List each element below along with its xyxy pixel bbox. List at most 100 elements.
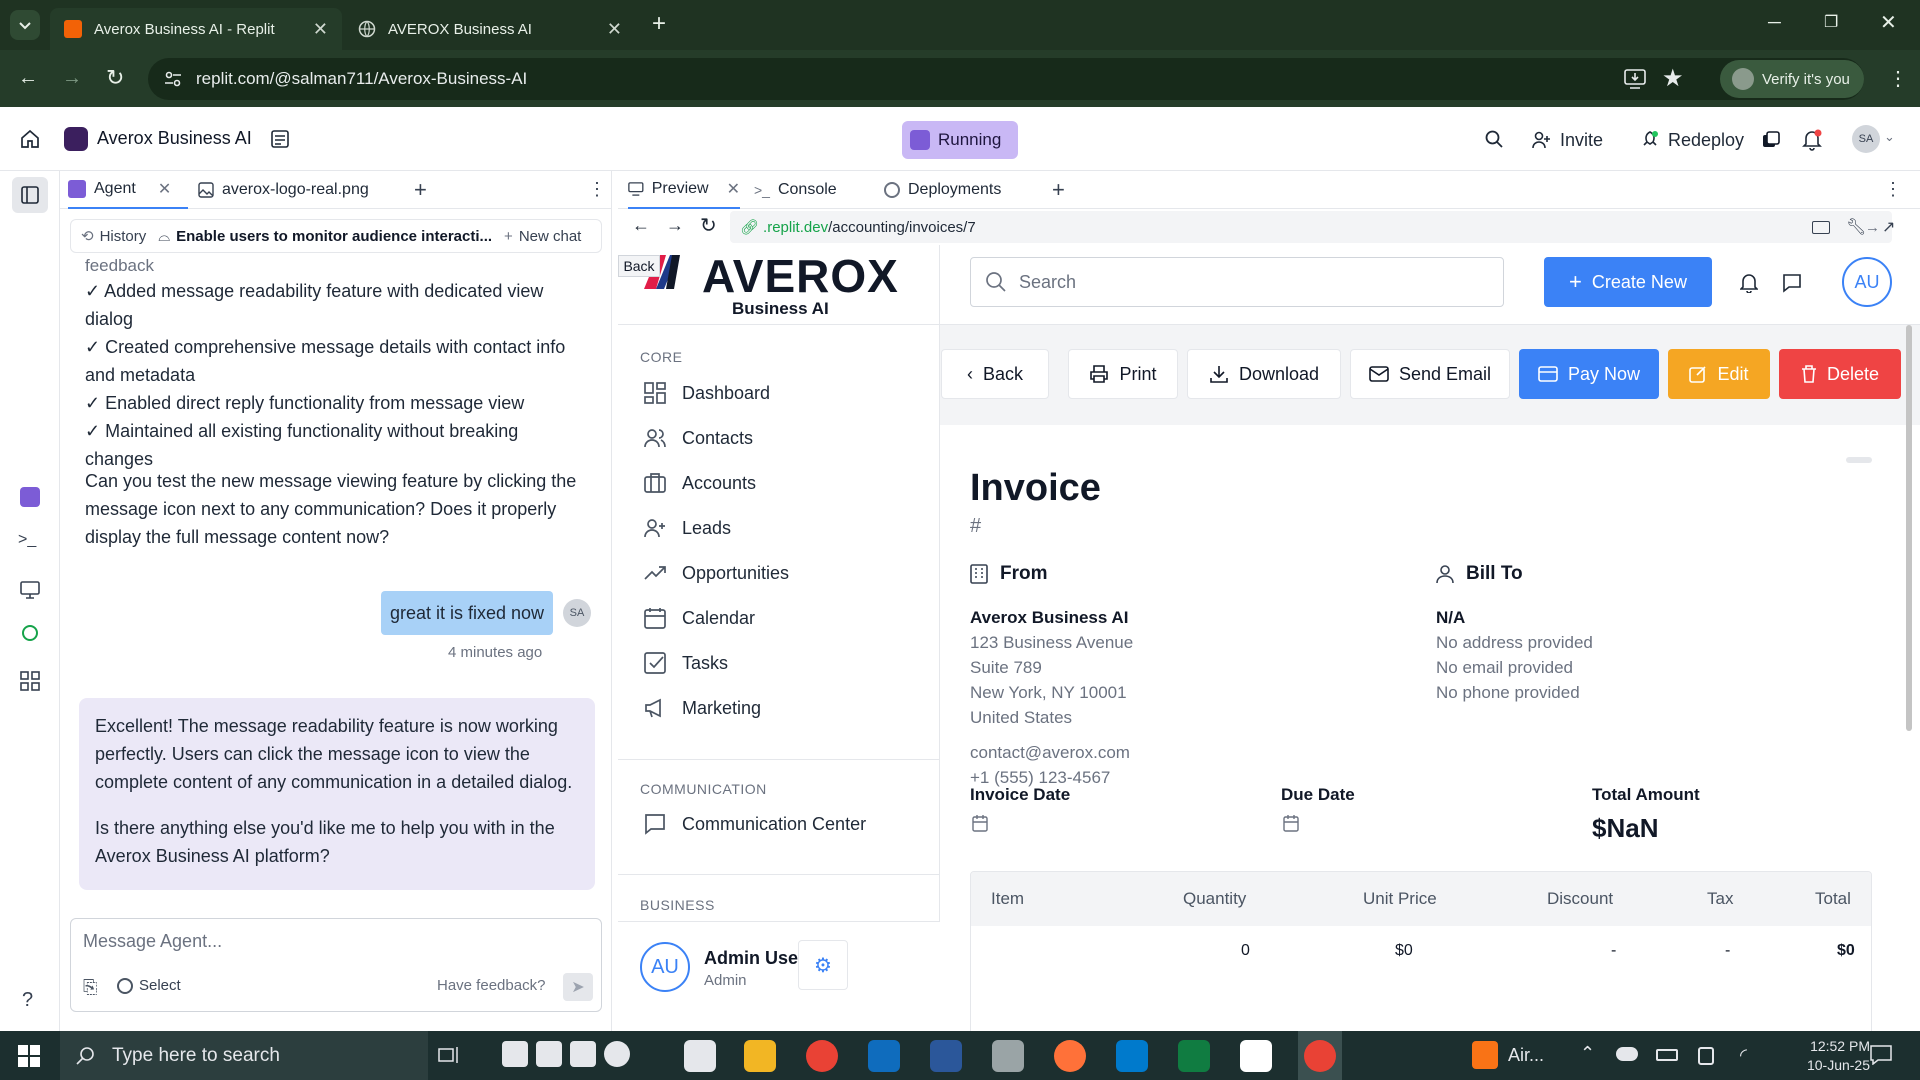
site-settings-icon[interactable] (164, 70, 182, 88)
bookmark-star-icon[interactable]: ★ (1662, 64, 1684, 93)
word-icon[interactable] (930, 1040, 962, 1072)
weather-text[interactable]: Air... (1508, 1045, 1544, 1066)
close-icon[interactable]: ✕ (313, 19, 328, 40)
taskbar-search[interactable]: Type here to search (60, 1031, 428, 1080)
deployments-icon[interactable] (22, 625, 38, 641)
app-search-input[interactable]: Search (970, 257, 1504, 307)
user-avatar[interactable]: SA (1852, 125, 1880, 153)
reload-icon[interactable]: ↻ (700, 213, 717, 238)
devtools-icon[interactable]: 🔧︎ (1846, 217, 1866, 237)
tray-overflow-icon[interactable]: ⌃ (1580, 1043, 1595, 1064)
camera-icon[interactable] (502, 1041, 528, 1067)
device-icon[interactable] (1698, 1047, 1714, 1065)
settings-button[interactable]: ⚙ (798, 940, 848, 990)
home-icon[interactable] (20, 129, 40, 149)
preview-icon[interactable] (20, 581, 40, 599)
run-status-button[interactable]: Running (902, 121, 1018, 159)
vscode-icon[interactable] (1116, 1040, 1148, 1072)
install-app-icon[interactable] (1624, 69, 1646, 89)
message-icon[interactable] (1782, 273, 1802, 293)
battery-icon[interactable] (1656, 1049, 1678, 1061)
windows-start-icon[interactable] (18, 1045, 40, 1067)
scrollbar-thumb[interactable] (1906, 325, 1912, 731)
forward-icon[interactable]: → (62, 67, 82, 90)
send-email-button[interactable]: Send Email (1350, 349, 1510, 399)
tab-image-file[interactable]: averox-logo-real.png (192, 171, 392, 209)
excel-icon[interactable] (1178, 1040, 1210, 1072)
back-button[interactable]: ‹ Back (941, 349, 1049, 399)
tab-list-button[interactable] (10, 10, 40, 40)
gear-icon[interactable] (604, 1041, 630, 1067)
more-options-icon[interactable]: ⋮ (1884, 179, 1902, 200)
nav-leads[interactable]: Leads (644, 517, 731, 539)
edit-button[interactable]: Edit (1668, 349, 1770, 399)
close-icon[interactable]: ✕ (727, 179, 740, 199)
tab-console[interactable]: >_ Console (754, 171, 864, 209)
capcut-icon[interactable] (1240, 1040, 1272, 1072)
nav-contacts[interactable]: Contacts (644, 427, 753, 449)
notifications-bell-icon[interactable] (1802, 129, 1822, 151)
back-icon[interactable]: ← (632, 215, 650, 236)
app-icon[interactable] (992, 1040, 1024, 1072)
multiplayer-icon[interactable] (1762, 131, 1780, 149)
verify-profile-chip[interactable]: Verify it's you (1720, 60, 1864, 98)
notification-center-icon[interactable] (1870, 1045, 1892, 1065)
chrome-icon[interactable] (806, 1040, 838, 1072)
print-button[interactable]: Print (1068, 349, 1178, 399)
nav-accounts[interactable]: Accounts (644, 472, 756, 494)
app-user-avatar[interactable]: AU (1842, 257, 1892, 307)
redeploy-button[interactable]: Redeploy (1632, 121, 1752, 159)
drag-handle[interactable] (1846, 457, 1872, 463)
tab-agent[interactable]: Agent ✕ (68, 171, 188, 209)
select-element-button[interactable]: Select (117, 977, 181, 994)
send-button[interactable]: ➤ (563, 973, 593, 1001)
reload-icon[interactable]: ↻ (106, 65, 124, 91)
file-explorer-icon[interactable] (744, 1040, 776, 1072)
feedback-link[interactable]: Have feedback? (437, 977, 545, 994)
clock[interactable]: 12:52 PM 10-Jun-25 (1770, 1037, 1870, 1075)
chrome-icon[interactable] (1304, 1040, 1336, 1072)
console-icon[interactable]: >_ (18, 531, 36, 549)
more-options-icon[interactable]: ⋮ (588, 179, 606, 200)
chevron-down-icon[interactable]: ⌄ (1884, 129, 1895, 145)
url-bar[interactable]: replit.com/@salman711/Averox-Business-AI… (148, 58, 1864, 100)
toggle-sidebar-button[interactable] (12, 177, 48, 213)
agent-icon[interactable] (20, 487, 40, 507)
wifi-icon[interactable]: ◜ (1740, 1045, 1747, 1066)
close-icon[interactable]: ✕ (158, 179, 171, 199)
task-view-icon[interactable] (438, 1045, 460, 1065)
forward-icon[interactable]: → (666, 215, 684, 236)
nav-communication-center[interactable]: Communication Center (644, 813, 866, 835)
search-icon[interactable] (1484, 129, 1504, 149)
create-new-button[interactable]: + Create New (1544, 257, 1712, 307)
agent-message-input[interactable]: Message Agent... (83, 931, 222, 952)
go-icon[interactable]: → (1865, 219, 1880, 236)
close-window-button[interactable]: ✕ (1880, 10, 1897, 35)
video-icon[interactable] (536, 1041, 562, 1067)
nav-marketing[interactable]: Marketing (644, 697, 761, 719)
outlook-icon[interactable] (868, 1040, 900, 1072)
nav-tasks[interactable]: Tasks (644, 652, 728, 674)
browser-tab-replit[interactable]: Averox Business AI - Replit ✕ (50, 8, 342, 50)
preview-url-bar[interactable]: 🔗︎ .replit.dev /accounting/invoices/7 → (730, 211, 1892, 243)
admin-avatar[interactable]: AU (640, 942, 690, 992)
browser-menu-icon[interactable]: ⋮ (1888, 66, 1908, 91)
help-icon[interactable]: ? (22, 989, 33, 1012)
new-tab-button[interactable]: + (414, 177, 427, 203)
onedrive-icon[interactable] (1616, 1047, 1638, 1061)
delete-button[interactable]: Delete (1779, 349, 1901, 399)
window-icon[interactable] (570, 1041, 596, 1067)
history-button[interactable]: History (100, 228, 147, 245)
store-icon[interactable] (684, 1040, 716, 1072)
bell-icon[interactable] (1740, 273, 1758, 293)
tab-preview[interactable]: Preview ✕ (628, 171, 740, 209)
back-icon[interactable]: ← (18, 67, 38, 90)
device-icon[interactable] (1812, 221, 1830, 234)
new-chat-button[interactable]: New chat (519, 228, 582, 245)
close-icon[interactable]: ✕ (607, 19, 622, 40)
new-tab-button[interactable]: + (1052, 177, 1065, 203)
open-new-window-icon[interactable]: ↗ (1882, 217, 1895, 237)
invite-button[interactable]: Invite (1522, 121, 1613, 159)
nav-dashboard[interactable]: Dashboard (644, 382, 770, 404)
new-tab-button[interactable]: + (652, 10, 666, 38)
